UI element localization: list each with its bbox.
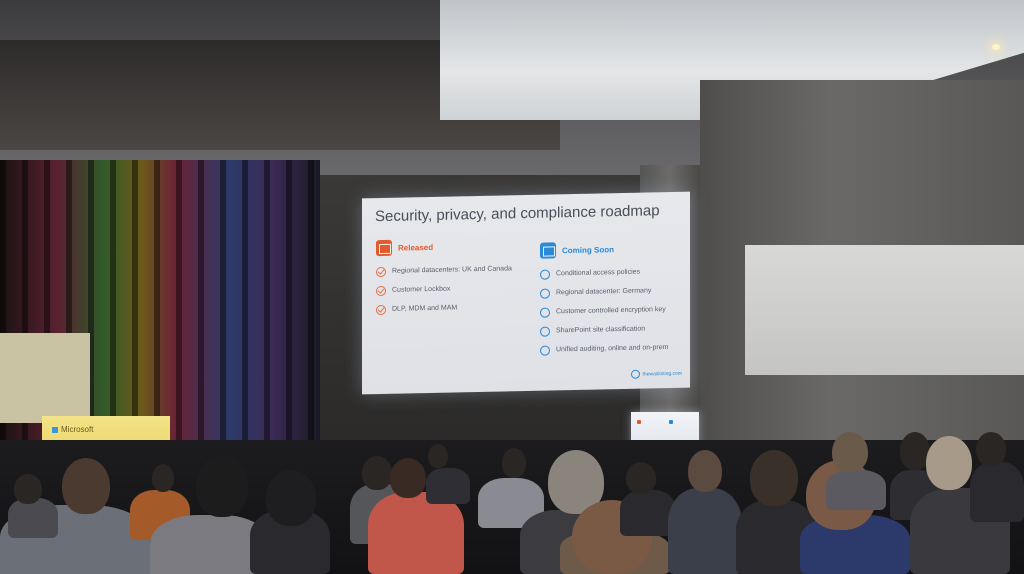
site-logo-icon xyxy=(630,369,640,379)
audience-member xyxy=(668,488,742,574)
empty-circle-icon xyxy=(540,306,550,318)
stage-logo-text: Microsoft xyxy=(61,425,94,434)
released-item-text: Customer Lockbox xyxy=(392,285,451,294)
coming-soon-item-text: Customer controlled encryption key xyxy=(556,306,666,316)
audience-head xyxy=(362,456,392,490)
slide-title: Security, privacy, and compliance roadma… xyxy=(375,202,660,226)
audience-head xyxy=(428,444,448,468)
released-item-text: DLP, MDM and MAM xyxy=(392,304,458,313)
slide-footer-text: thewaitlisting.com xyxy=(642,370,682,378)
audience-head xyxy=(390,458,426,498)
released-column: Released Regional datacenters: UK and Ca… xyxy=(376,237,512,319)
microsoft-logo-icon xyxy=(52,426,58,433)
calendar-icon xyxy=(540,242,556,259)
audience-member xyxy=(970,462,1024,522)
monitor-coming-dot xyxy=(669,420,673,424)
coming-soon-item-text: SharePoint site classification xyxy=(556,325,646,335)
audience-head xyxy=(266,470,316,526)
monitor-released-dot xyxy=(637,420,641,424)
right-wall-panel xyxy=(745,245,1024,375)
coming-soon-item-text: Unified auditing, online and on-prem xyxy=(556,344,669,354)
audience-head xyxy=(502,448,526,478)
audience-head xyxy=(62,458,110,514)
audience-head xyxy=(626,462,656,494)
check-circle-icon xyxy=(376,266,386,277)
conference-hall-scene: Microsoft Security, privacy, and complia… xyxy=(0,0,1024,574)
check-circle-icon xyxy=(376,285,386,296)
audience-head xyxy=(750,450,798,506)
stage-logo: Microsoft xyxy=(52,425,93,434)
calendar-icon xyxy=(376,239,392,257)
released-item: DLP, MDM and MAM xyxy=(376,297,512,319)
empty-circle-icon xyxy=(540,287,550,299)
audience-head xyxy=(688,450,722,492)
audience-head xyxy=(196,455,248,517)
released-label: Released xyxy=(398,242,434,253)
empty-circle-icon xyxy=(540,344,550,356)
slide-footer: thewaitlisting.com xyxy=(630,369,682,379)
audience-head xyxy=(832,432,868,472)
audience-member xyxy=(426,468,470,504)
coming-soon-item-text: Regional datacenter: Germany xyxy=(556,287,652,297)
check-circle-icon xyxy=(376,304,386,315)
projection-screen: Security, privacy, and compliance roadma… xyxy=(362,191,690,395)
audience-head xyxy=(976,432,1006,466)
audience-member xyxy=(8,498,58,538)
coming-soon-label: Coming Soon xyxy=(562,244,614,255)
coming-soon-column: Coming Soon Conditional access policies … xyxy=(540,240,668,360)
audience-member xyxy=(826,470,886,510)
stage-backdrop xyxy=(0,333,90,423)
empty-circle-icon xyxy=(540,325,550,337)
coming-soon-item-text: Conditional access policies xyxy=(556,268,641,278)
audience-head xyxy=(14,474,42,504)
audience-head xyxy=(152,464,174,492)
ceiling-light xyxy=(992,44,1000,50)
released-item-text: Regional datacenters: UK and Canada xyxy=(392,265,512,275)
audience-member xyxy=(368,492,464,574)
empty-circle-icon xyxy=(540,268,550,280)
coming-soon-header: Coming Soon xyxy=(540,240,668,259)
audience-head xyxy=(926,436,972,490)
released-header: Released xyxy=(376,237,512,257)
coming-soon-item: Unified auditing, online and on-prem xyxy=(540,338,668,360)
